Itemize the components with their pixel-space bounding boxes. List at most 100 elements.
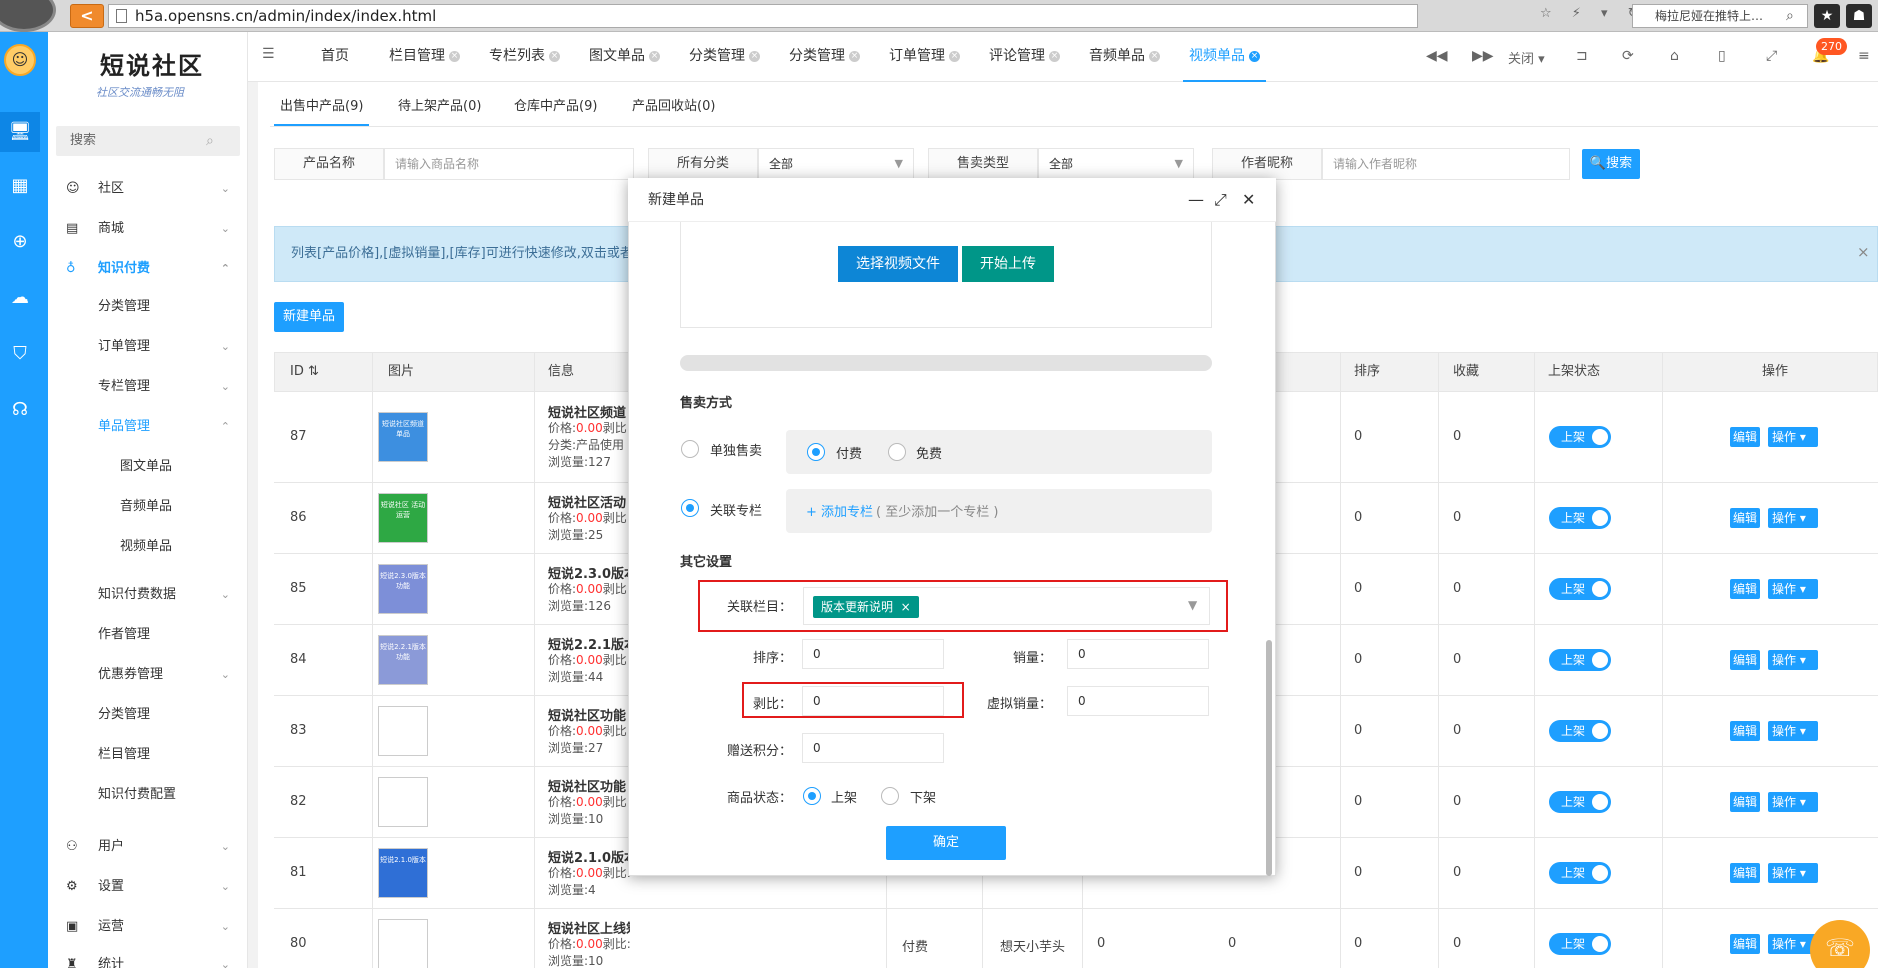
search-icon[interactable]: ⌕ [206, 133, 214, 149]
close-icon[interactable]: × [449, 50, 460, 62]
maximize-icon[interactable]: ⤢ [1214, 190, 1227, 210]
more-menu-icon[interactable]: ≡ [1858, 48, 1870, 64]
sidebar-sub-pay-config[interactable]: 知识付费配置 [56, 780, 240, 810]
grid-icon[interactable]: ▦ [0, 166, 40, 206]
product-thumbnail[interactable]: 短说2.2.1版本功能 [378, 634, 428, 685]
scroll-right-icon[interactable]: ▶▶ [1472, 48, 1494, 64]
sidebar-sub-column-manage[interactable]: 栏目管理 [56, 740, 240, 770]
choose-video-button[interactable]: 选择视频文件 [838, 246, 958, 282]
close-icon[interactable]: × [649, 50, 660, 62]
product-thumbnail[interactable]: 短说2.3.0版本功能 [378, 563, 428, 614]
row-sort[interactable]: 0 [1354, 581, 1362, 596]
sidebar-item-settings[interactable]: ⚙ 设置 ⌄ [56, 872, 240, 902]
sidebar-item-community[interactable]: ☺ 社区 ⌄ [56, 174, 240, 204]
virtual-sales-input[interactable]: 0 [1067, 686, 1209, 716]
edit-button[interactable]: 编辑 [1730, 649, 1760, 670]
row-sort[interactable]: 0 [1354, 429, 1362, 444]
tab-columns[interactable]: 栏目管理 × [383, 32, 466, 82]
status-toggle[interactable]: 上架 [1549, 577, 1611, 600]
tab-video-items[interactable]: 视频单品 × [1183, 32, 1266, 82]
price-value[interactable]: 0.00 [576, 724, 603, 738]
sidebar-item-stats[interactable]: ♜ 统计 ⌄ [56, 950, 240, 968]
row-sort[interactable]: 0 [1354, 723, 1362, 738]
browser-back-button[interactable]: < [70, 4, 104, 28]
sidebar-sub-category[interactable]: 分类管理 [56, 292, 240, 322]
product-thumbnail[interactable] [378, 918, 428, 968]
operations-dropdown-button[interactable]: 操作 ▾ [1768, 720, 1818, 741]
edit-button[interactable]: 编辑 [1730, 862, 1760, 883]
tab-column-list[interactable]: 专栏列表 × [483, 32, 566, 82]
price-value[interactable]: 0.00 [576, 795, 603, 809]
row-sort[interactable]: 0 [1354, 652, 1362, 667]
category-select[interactable]: 全部 ▼ [758, 148, 914, 180]
subtab-warehouse[interactable]: 仓库中产品(9) [508, 90, 603, 126]
confirm-button[interactable]: 确定 [886, 826, 1006, 860]
close-icon[interactable]: × [1857, 243, 1870, 261]
close-icon[interactable]: × [1049, 50, 1060, 62]
status-toggle[interactable]: 上架 [1549, 790, 1611, 813]
tab-category-2[interactable]: 分类管理 × [783, 32, 866, 82]
close-icon[interactable]: × [849, 50, 860, 62]
operations-dropdown-button[interactable]: 操作 ▾ [1768, 578, 1818, 599]
product-thumbnail[interactable]: 短说社区频道单品 [378, 412, 428, 462]
price-value[interactable]: 0.00 [576, 937, 603, 951]
operations-dropdown-button[interactable]: 操作 ▾ [1768, 649, 1818, 670]
product-thumbnail[interactable]: 短说社区 活动运营 [378, 492, 428, 543]
subtab-pending[interactable]: 待上架产品(0) [392, 90, 487, 126]
points-input[interactable]: 0 [802, 733, 944, 763]
close-icon[interactable]: × [549, 50, 560, 62]
column-header-id[interactable]: ID ⇅ [290, 352, 319, 392]
exit-icon[interactable]: ⊐ [1576, 48, 1588, 64]
status-toggle[interactable]: 上架 [1549, 648, 1611, 671]
url-tools[interactable]: ☆ ⚡ ▾ ↻ [1540, 6, 1647, 21]
subtab-on-sale[interactable]: 出售中产品(9) [274, 90, 370, 126]
close-icon[interactable]: × [949, 50, 960, 62]
edit-button[interactable]: 编辑 [1730, 791, 1760, 812]
single-sale-radio[interactable] [681, 440, 699, 458]
status-toggle[interactable]: 上架 [1549, 719, 1611, 742]
sidebar-sub-orders[interactable]: 订单管理 ⌄ [56, 332, 240, 362]
product-thumbnail[interactable] [378, 705, 428, 756]
refresh-icon[interactable]: ⟳ [1622, 48, 1634, 64]
price-value[interactable]: 0.00 [576, 511, 603, 525]
tab-text-items[interactable]: 图文单品 × [583, 32, 666, 82]
price-value[interactable]: 0.00 [576, 421, 603, 435]
minimize-icon[interactable]: — [1188, 190, 1204, 209]
shield-icon[interactable]: ⛉ [0, 334, 40, 374]
sidebar-item-text-items[interactable]: 图文单品 [56, 452, 240, 482]
new-item-button[interactable]: 新建单品 [274, 302, 344, 332]
operations-dropdown-button[interactable]: 操作 ▾ [1768, 862, 1818, 883]
edit-button[interactable]: 编辑 [1730, 427, 1760, 447]
paid-radio[interactable] [807, 443, 825, 461]
author-name-input[interactable]: 请输入作者昵称 [1322, 148, 1570, 180]
home-icon[interactable]: ⌂ [1670, 48, 1679, 64]
tab-audio-items[interactable]: 音频单品 × [1083, 32, 1166, 82]
favorites-icon[interactable]: ★ [1814, 4, 1840, 28]
sidebar-sub-authors[interactable]: 作者管理 [56, 620, 240, 650]
row-sort[interactable]: 0 [1354, 865, 1362, 880]
scroll-left-icon[interactable]: ◀◀ [1426, 48, 1448, 64]
selected-column-tag[interactable]: 版本更新说明 × [813, 596, 919, 618]
mobile-icon[interactable]: ▯ [1718, 48, 1726, 64]
product-thumbnail[interactable] [378, 776, 428, 827]
product-thumbnail[interactable]: 短说2.1.0版本 [378, 847, 428, 898]
price-value[interactable]: 0.00 [576, 582, 603, 596]
add-column-link[interactable]: + 添加专栏 [806, 501, 873, 520]
edit-button[interactable]: 编辑 [1730, 933, 1760, 954]
free-radio[interactable] [888, 443, 906, 461]
sales-input[interactable]: 0 [1067, 639, 1209, 669]
price-value[interactable]: 0.00 [576, 653, 603, 667]
close-icon[interactable]: × [1149, 50, 1160, 62]
headset-icon[interactable]: ☊ [0, 390, 40, 430]
close-icon[interactable]: × [749, 50, 760, 62]
product-name-input[interactable]: 请输入商品名称 [384, 148, 634, 180]
sidebar-item-knowledge-pay[interactable]: ♁ 知识付费 ⌃ [56, 254, 240, 284]
sidebar-sub-columns[interactable]: 专栏管理 ⌄ [56, 372, 240, 402]
sidebar-item-video-items[interactable]: 视频单品 [56, 532, 240, 562]
tab-home[interactable]: 首页 [315, 32, 355, 82]
status-toggle[interactable]: 上架 [1549, 426, 1611, 448]
operations-dropdown-button[interactable]: 操作 ▾ [1768, 507, 1818, 528]
sidebar-sub-pay-data[interactable]: 知识付费数据 ⌄ [56, 580, 240, 610]
off-shelf-radio[interactable] [881, 787, 899, 805]
globe-icon[interactable]: ⊕ [0, 222, 40, 262]
